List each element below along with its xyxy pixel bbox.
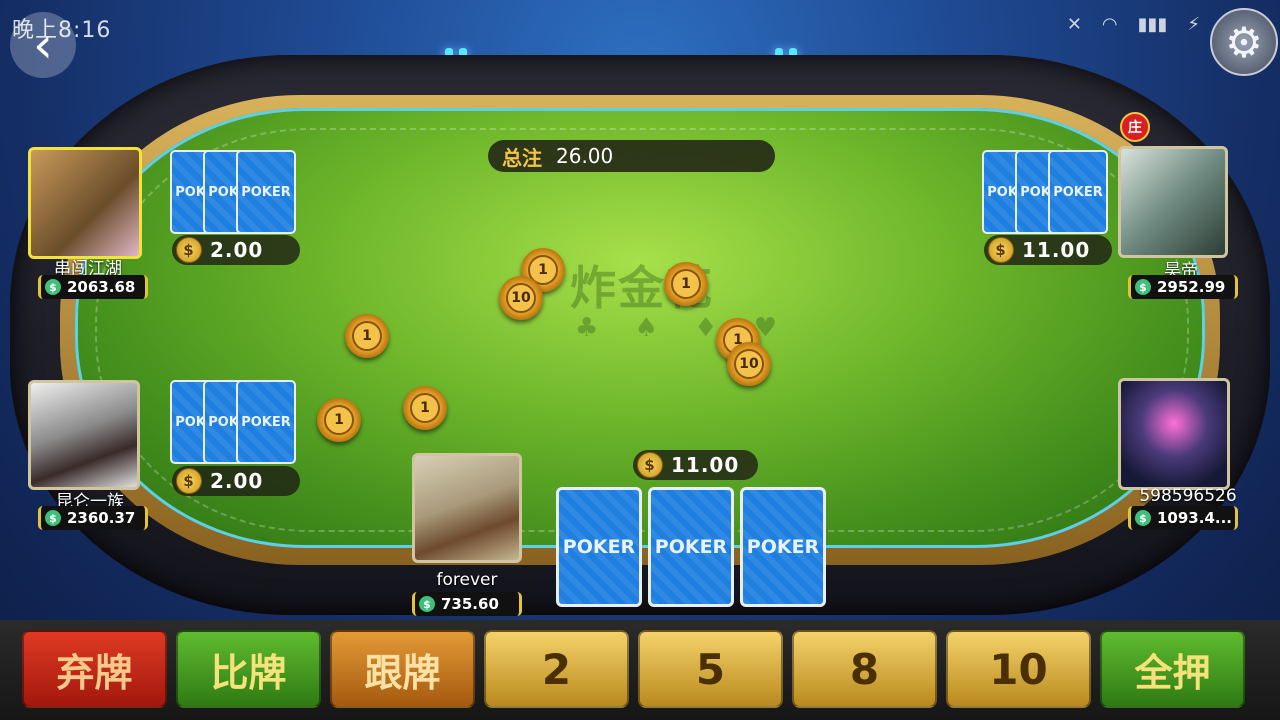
- coin-icon: $: [1135, 279, 1151, 295]
- coin-icon: $: [1135, 510, 1151, 526]
- player-balance: $1093.4...: [1128, 506, 1238, 530]
- player-bet: $2.00: [172, 235, 300, 265]
- bet-chip: 10: [499, 276, 543, 320]
- my-card[interactable]: POKER: [648, 487, 734, 607]
- player-avatar[interactable]: [1118, 146, 1228, 258]
- my-bet: $11.00: [633, 450, 758, 480]
- raise-8-button[interactable]: 8: [792, 630, 937, 708]
- my-card[interactable]: POKER: [740, 487, 826, 607]
- raise-5-button[interactable]: 5: [638, 630, 783, 708]
- signal-icon: ▮▮▮: [1137, 14, 1168, 35]
- all-in-button[interactable]: 全押: [1100, 630, 1245, 708]
- player-avatar[interactable]: [28, 147, 142, 259]
- raise-10-button[interactable]: 10: [946, 630, 1091, 708]
- wifi-icon: ◠: [1101, 14, 1118, 35]
- back-arrow-icon: ‹: [33, 16, 53, 74]
- coin-icon: $: [637, 452, 663, 478]
- pot-label: 总注: [502, 145, 542, 170]
- coin-icon: $: [176, 237, 202, 263]
- card-back: POKER: [236, 150, 296, 234]
- player-balance: $2063.68: [38, 275, 148, 299]
- bet-chip: 1: [317, 398, 361, 442]
- player-balance: $2360.37: [38, 506, 148, 530]
- coin-icon: $: [419, 596, 435, 612]
- card-back: POKER: [236, 380, 296, 464]
- status-bar: 晚上8:16 ✕ ◠ ▮▮▮ ⚡: [0, 0, 1280, 50]
- fold-button[interactable]: 弃牌: [22, 630, 167, 708]
- my-cards: POKER POKER POKER: [556, 487, 826, 607]
- player-name: 598596526: [1139, 486, 1237, 506]
- pot-value: 26.00: [556, 144, 614, 168]
- coin-icon: $: [45, 279, 61, 295]
- player-cards: POKER POKER POKER: [170, 150, 296, 234]
- player-bet: $2.00: [172, 466, 300, 496]
- mute-icon: ✕: [1066, 14, 1082, 35]
- bet-chip: 1: [664, 262, 708, 306]
- bet-chip: 1: [403, 386, 447, 430]
- coin-icon: $: [988, 237, 1014, 263]
- card-back: POKER: [1048, 150, 1108, 234]
- bet-chip: 1: [345, 314, 389, 358]
- system-icons: ✕ ◠ ▮▮▮ ⚡: [1067, 14, 1200, 35]
- total-pot: 总注 26.00: [488, 140, 775, 172]
- my-balance: $735.60: [412, 592, 522, 616]
- player-avatar[interactable]: [28, 380, 140, 490]
- bet-chip: 10: [727, 342, 771, 386]
- player-avatar[interactable]: [1118, 378, 1230, 490]
- player-cards: POKER POKER POKER: [170, 380, 296, 464]
- my-name: forever: [436, 570, 498, 590]
- player-balance: $2952.99: [1128, 275, 1238, 299]
- raise-2-button[interactable]: 2: [484, 630, 629, 708]
- battery-icon: ⚡: [1187, 14, 1200, 35]
- player-bet: $11.00: [984, 235, 1112, 265]
- call-button[interactable]: 跟牌: [330, 630, 475, 708]
- dealer-badge: 庄: [1120, 112, 1150, 142]
- compare-button[interactable]: 比牌: [176, 630, 321, 708]
- my-avatar[interactable]: [412, 453, 522, 563]
- back-button[interactable]: ‹: [10, 12, 76, 78]
- my-card[interactable]: POKER: [556, 487, 642, 607]
- settings-button[interactable]: ⚙: [1210, 8, 1278, 76]
- coin-icon: $: [45, 510, 61, 526]
- player-cards: POKER POKER POKER: [982, 150, 1108, 234]
- coin-icon: $: [176, 468, 202, 494]
- gear-icon: ⚙: [1225, 17, 1263, 67]
